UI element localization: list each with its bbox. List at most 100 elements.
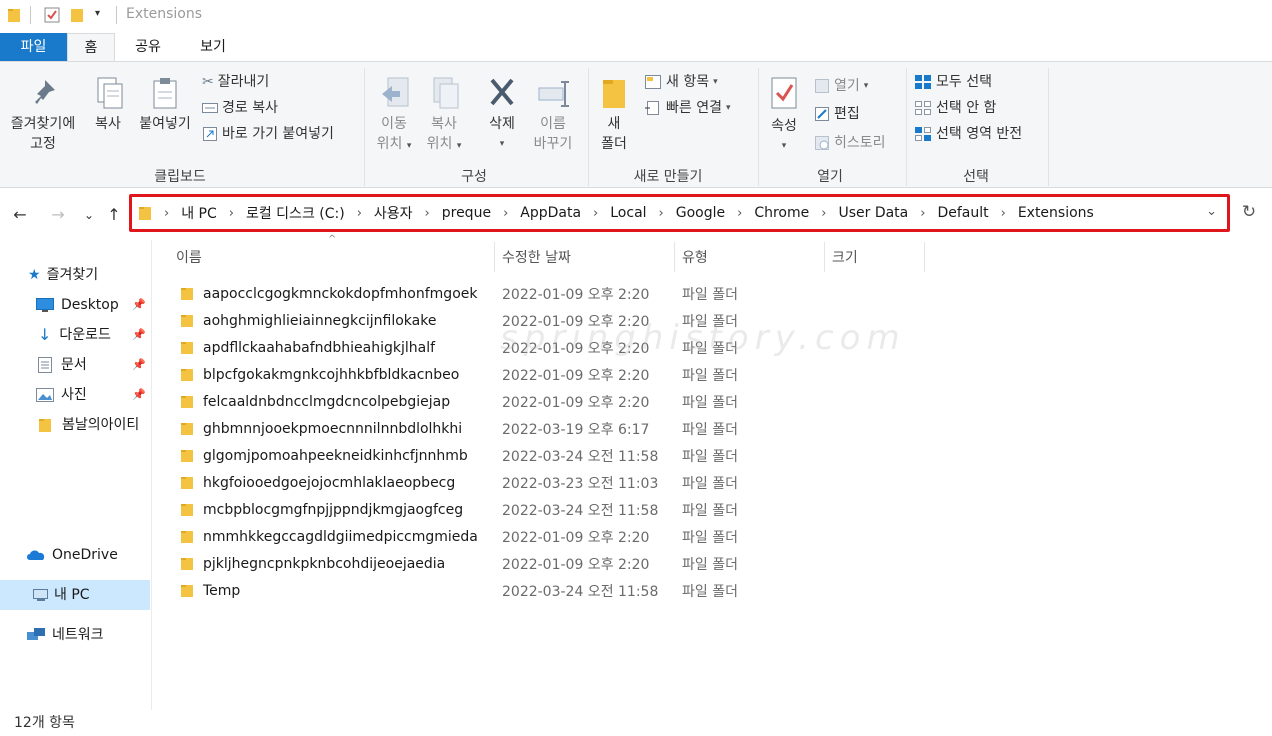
edit-button[interactable]: 편집 — [814, 103, 860, 125]
file-name[interactable]: aapocclcgogkmnckokdopfmhonfmgoek — [203, 286, 477, 302]
delete-button[interactable]: 삭제 ▾ — [480, 76, 524, 154]
file-name[interactable]: blpcfgokakmgnkcojhhkbfbldkacnbeo — [203, 367, 459, 383]
column-header-type[interactable]: 유형 — [676, 242, 824, 274]
invert-selection-button[interactable]: 선택 영역 반전 — [914, 123, 1022, 145]
chevron-right-icon[interactable]: › — [425, 206, 430, 221]
properties-button[interactable]: 속성 ▾ — [762, 76, 806, 156]
file-name[interactable]: Temp — [203, 583, 240, 599]
chevron-right-icon[interactable]: › — [503, 206, 508, 221]
file-row[interactable]: blpcfgokakmgnkcojhhkbfbldkacnbeo 2022-01-… — [176, 361, 816, 388]
separator — [906, 68, 907, 186]
column-header-name[interactable]: 이름 — [170, 242, 494, 274]
file-row[interactable]: mcbpblocgmgfnpjjppndjkmgjaogfceg 2022-03-… — [176, 496, 816, 523]
paste-button[interactable]: 붙여넣기 — [134, 76, 196, 134]
breadcrumb-item-current[interactable]: Extensions — [1018, 205, 1094, 221]
chevron-right-icon[interactable]: › — [737, 206, 742, 221]
sidebar-item-desktop[interactable]: Desktop 📌 — [0, 290, 150, 320]
customize-toolbar-icon[interactable]: ▾ — [95, 8, 100, 19]
breadcrumb-item[interactable]: Google — [676, 205, 725, 221]
sidebar-item-onedrive[interactable]: OneDrive — [0, 540, 150, 570]
tab-view[interactable]: 보기 — [180, 33, 246, 61]
file-row[interactable]: nmmhkkegccagdldgiimedpiccmgmieda 2022-01-… — [176, 523, 816, 550]
recent-locations-chevron-icon[interactable]: ⌄ — [77, 203, 101, 227]
file-row[interactable]: Temp 2022-03-24 오전 11:58 파일 폴더 — [176, 577, 816, 604]
breadcrumb-item[interactable]: User Data — [838, 205, 908, 221]
sidebar-item-this-pc[interactable]: 내 PC — [0, 580, 150, 610]
breadcrumb-item[interactable]: Local — [610, 205, 646, 221]
tab-file[interactable]: 파일 — [0, 33, 67, 61]
sidebar-item-downloads[interactable]: ↓ 다운로드 📌 — [0, 320, 150, 350]
file-row[interactable]: ghbmnnjooekpmoecnnnilnnbdlolhkhi 2022-03-… — [176, 415, 816, 442]
sidebar-item-network[interactable]: 네트워크 — [0, 620, 150, 650]
copy-to-button[interactable]: 복사 위치 ▾ — [422, 76, 466, 156]
column-divider[interactable] — [674, 242, 675, 272]
sidebar-item-documents[interactable]: 문서 📌 — [0, 350, 150, 380]
chevron-right-icon[interactable]: › — [821, 206, 826, 221]
cut-button[interactable]: ✂ 잘라내기 — [202, 71, 269, 93]
sidebar-item-pictures[interactable]: 사진 📌 — [0, 380, 150, 410]
new-folder-button[interactable]: 새 폴더 — [594, 76, 634, 154]
address-history-chevron-icon[interactable]: ⌄ — [1206, 204, 1217, 219]
breadcrumb-item[interactable]: Chrome — [754, 205, 809, 221]
file-name[interactable]: ghbmnnjooekpmoecnnnilnnbdlolhkhi — [203, 421, 462, 437]
file-name[interactable]: glgomjpomoahpeekneidkinhcfjnnhmb — [203, 448, 468, 464]
file-name[interactable]: aohghmighlieiainnegkcijnfilokake — [203, 313, 436, 329]
chevron-right-icon[interactable]: › — [593, 206, 598, 221]
breadcrumb-item[interactable]: AppData — [520, 205, 581, 221]
open-button[interactable]: 열기 ▾ — [814, 75, 868, 97]
file-name[interactable]: hkgfoiooedgoejojocmhlaklaeopbecg — [203, 475, 455, 491]
new-item-button[interactable]: 새 항목 ▾ — [644, 71, 718, 93]
chevron-right-icon[interactable]: › — [229, 206, 234, 221]
pin-to-quick-access-button[interactable]: 즐겨찾기에 고정 — [4, 76, 82, 154]
clipboard-icon — [153, 78, 177, 109]
properties-caret[interactable]: ▾ — [762, 136, 806, 156]
properties-icon[interactable] — [44, 7, 60, 23]
address-bar[interactable]: › 내 PC › 로컬 디스크 (C:) › 사용자 › preque › Ap… — [129, 194, 1230, 232]
chevron-right-icon[interactable]: › — [659, 206, 664, 221]
back-arrow-icon[interactable]: ← — [8, 203, 32, 227]
history-button[interactable]: 히스토리 — [814, 132, 886, 154]
file-name[interactable]: nmmhkkegccagdldgiimedpiccmgmieda — [203, 529, 478, 545]
refresh-icon[interactable]: ↻ — [1236, 202, 1262, 226]
breadcrumb-item[interactable]: 로컬 디스크 (C:) — [246, 203, 345, 223]
chevron-right-icon[interactable]: › — [1001, 206, 1006, 221]
file-row[interactable]: hkgfoiooedgoejojocmhlaklaeopbecg 2022-03-… — [176, 469, 816, 496]
select-all-button[interactable]: 모두 선택 — [914, 71, 992, 93]
sidebar-item-folder[interactable]: 봄날의아이티 — [0, 410, 150, 440]
file-name[interactable]: apdfllckaahabafndbhieahigkjlhalf — [203, 340, 435, 356]
new-folder-icon[interactable] — [70, 7, 84, 23]
breadcrumb-item[interactable]: 내 PC — [181, 203, 217, 223]
breadcrumb-item[interactable]: preque — [442, 205, 491, 221]
file-name[interactable]: mcbpblocgmgfnpjjppndjkmgjaogfceg — [203, 502, 463, 518]
chevron-right-icon[interactable]: › — [920, 206, 925, 221]
file-row[interactable]: pjkljhegncpnkpknbcohdijeoejaedia 2022-01-… — [176, 550, 816, 577]
file-row[interactable]: aapocclcgogkmnckokdopfmhonfmgoek 2022-01-… — [176, 280, 816, 307]
folder-icon — [39, 419, 51, 432]
file-row[interactable]: felcaaldnbdncclmgdcncolpebgiejap 2022-01-… — [176, 388, 816, 415]
column-header-size[interactable]: 크기 — [826, 242, 922, 274]
tab-share[interactable]: 공유 — [118, 33, 178, 61]
file-name[interactable]: pjkljhegncpnkpknbcohdijeoejaedia — [203, 556, 445, 572]
move-to-button[interactable]: 이동 위치 ▾ — [372, 76, 416, 156]
up-arrow-icon[interactable]: ↑ — [102, 203, 126, 227]
file-name[interactable]: felcaaldnbdncclmgdcncolpebgiejap — [203, 394, 450, 410]
chevron-right-icon[interactable]: › — [164, 206, 169, 221]
select-none-button[interactable]: 선택 안 함 — [914, 97, 996, 119]
sidebar-item-quick-access[interactable]: ★ 즐겨찾기 — [0, 260, 150, 290]
rename-button[interactable]: 이름 바꾸기 — [528, 76, 578, 154]
forward-arrow-icon[interactable]: → — [46, 203, 70, 227]
delete-caret[interactable]: ▾ — [480, 134, 524, 154]
copy-path-button[interactable]: 경로 복사 — [202, 97, 278, 119]
column-divider[interactable] — [924, 242, 925, 272]
file-row[interactable]: glgomjpomoahpeekneidkinhcfjnnhmb 2022-03-… — [176, 442, 816, 469]
column-divider[interactable] — [494, 242, 495, 272]
paste-shortcut-button[interactable]: 바로 가기 붙여넣기 — [202, 123, 334, 145]
breadcrumb-item[interactable]: 사용자 — [374, 203, 413, 223]
column-divider[interactable] — [824, 242, 825, 272]
tab-home[interactable]: 홈 — [67, 33, 115, 62]
breadcrumb-item[interactable]: Default — [937, 205, 988, 221]
column-header-date[interactable]: 수정한 날짜 — [496, 242, 674, 274]
copy-button[interactable]: 복사 — [86, 76, 130, 134]
easy-access-button[interactable]: 빠른 연결 ▾ — [644, 97, 731, 119]
chevron-right-icon[interactable]: › — [357, 206, 362, 221]
